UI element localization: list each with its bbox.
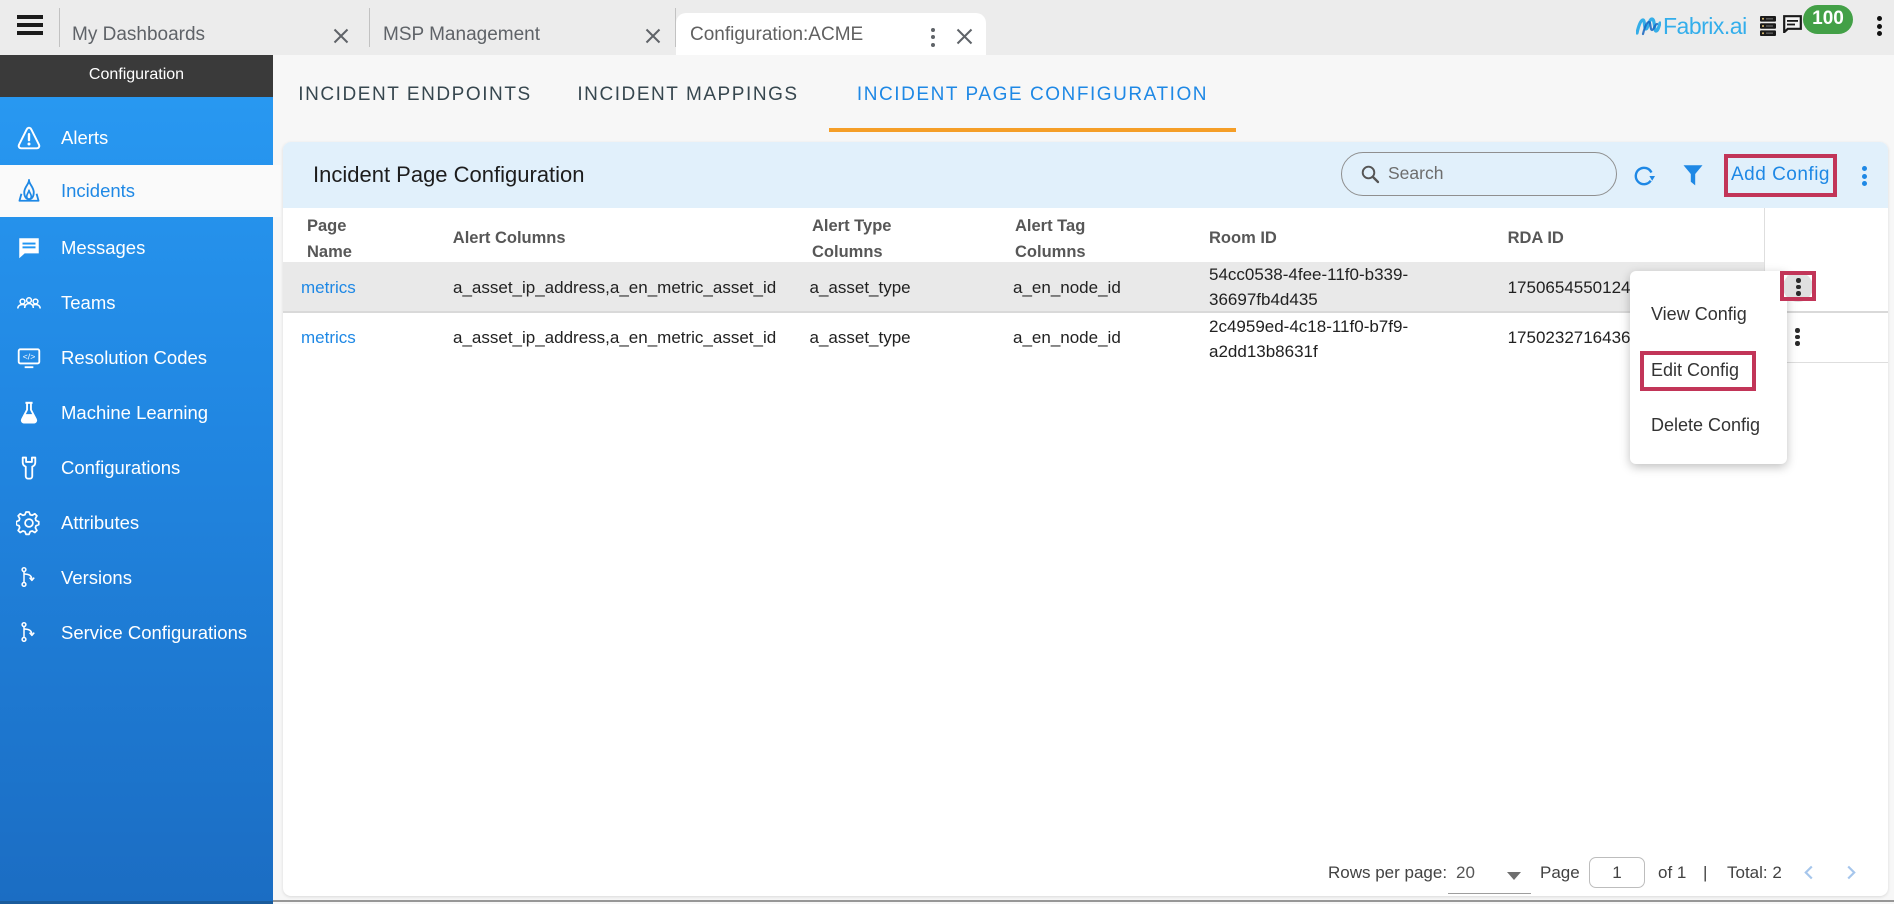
svg-text:</>: </> bbox=[23, 351, 36, 361]
